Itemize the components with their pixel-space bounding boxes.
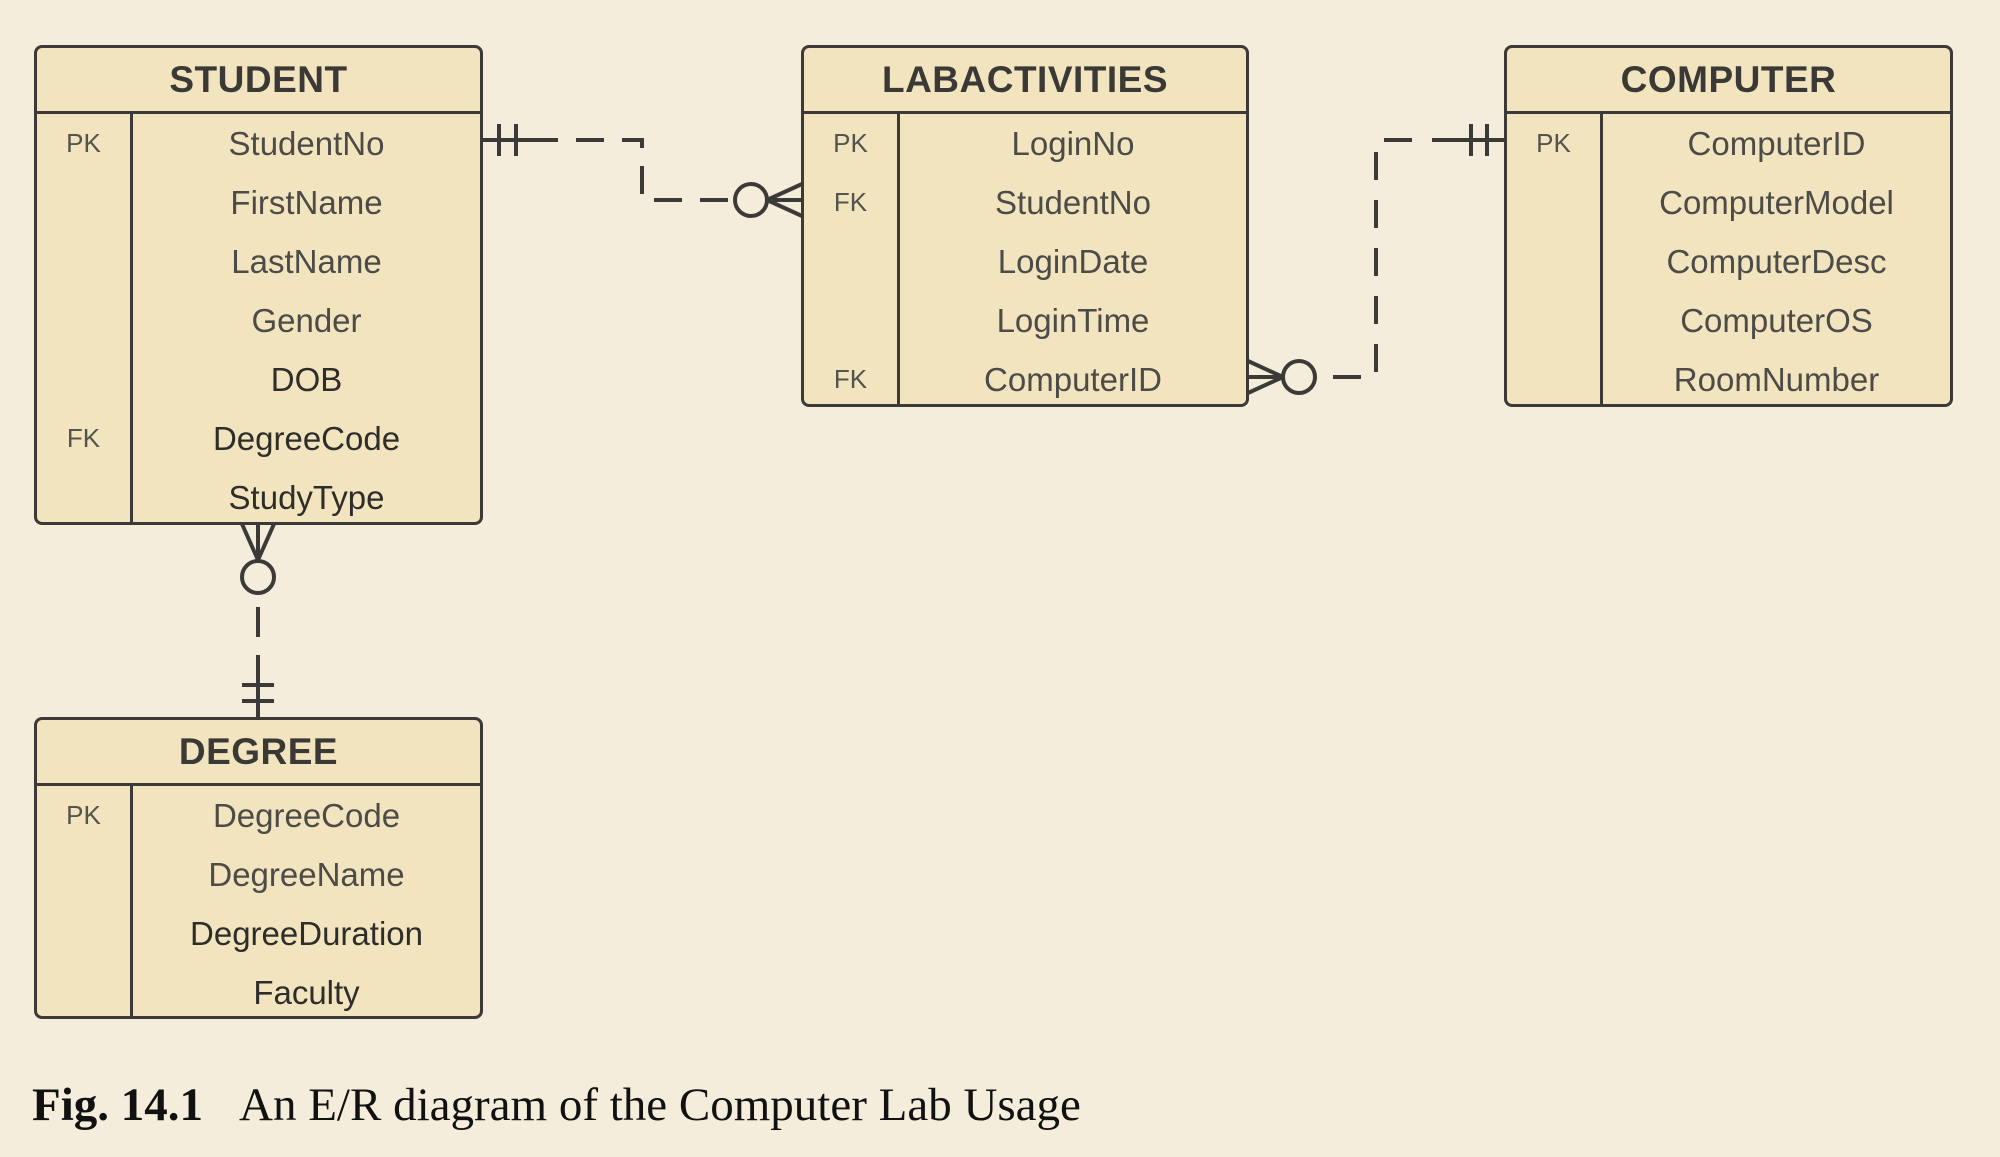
attribute-row: ComputerModel — [1507, 173, 1950, 232]
attribute-name: ComputerModel — [1659, 183, 1894, 221]
attribute-row: PK LoginNo — [804, 114, 1246, 173]
rel-student-labactivities — [482, 124, 803, 218]
attribute-row: RoomNumber — [1507, 350, 1950, 404]
attribute-row: DOB — [37, 350, 480, 409]
crows-foot-prong — [1247, 375, 1284, 395]
attribute-row: ComputerOS — [1507, 291, 1950, 350]
attribute-row: FK DegreeCode — [37, 409, 480, 468]
attribute-name: DegreeCode — [212, 796, 401, 834]
attribute-name: ComputerID — [1687, 124, 1866, 162]
key-column-divider — [897, 114, 900, 404]
attribute-name: DOB — [270, 360, 343, 398]
attribute-name: DegreeCode — [212, 419, 401, 457]
key-label: FK — [66, 423, 101, 453]
entity-title: LABACTIVITIES — [804, 48, 1246, 114]
attribute-name: LastName — [231, 242, 382, 280]
key-label: PK — [833, 128, 868, 158]
attribute-name: ComputerDesc — [1666, 242, 1887, 280]
attribute-row: PK ComputerID — [1507, 114, 1950, 173]
dashed-connector — [1333, 138, 1460, 379]
attribute-row: DegreeName — [37, 845, 480, 904]
attribute-name: ComputerOS — [1680, 301, 1873, 339]
key-column-divider — [130, 786, 133, 1016]
attribute-name: StudyType — [228, 478, 385, 516]
attribute-list: PK StudentNo FirstName LastName Gender DO… — [37, 114, 480, 522]
key-label: PK — [1536, 128, 1571, 158]
entity-title: COMPUTER — [1507, 48, 1950, 114]
figure-caption-text: An E/R diagram of the Computer Lab Usage — [239, 1079, 1081, 1131]
attribute-row: PK StudentNo — [37, 114, 480, 173]
optional-zero-circle — [240, 559, 276, 595]
entity-title: DEGREE — [37, 720, 480, 786]
attribute-name: LoginTime — [996, 301, 1150, 339]
crows-foot-prong — [256, 523, 276, 561]
optional-zero-circle — [733, 182, 769, 218]
dashed-connector — [530, 138, 734, 202]
attribute-row: LastName — [37, 232, 480, 291]
entity-title: STUDENT — [37, 48, 480, 114]
attribute-row: Faculty — [37, 963, 480, 1016]
key-label: PK — [66, 800, 101, 830]
attribute-name: StudentNo — [228, 124, 385, 162]
entity-computer[interactable]: COMPUTER PK ComputerID ComputerModel Comp… — [1504, 45, 1953, 407]
crows-foot-prong — [240, 523, 260, 561]
crows-foot-prong — [766, 182, 803, 202]
attribute-name: DegreeDuration — [190, 914, 423, 952]
key-label: FK — [833, 364, 868, 394]
attribute-name: RoomNumber — [1673, 360, 1880, 398]
attribute-row: Gender — [37, 291, 480, 350]
key-label: PK — [66, 128, 101, 158]
key-label: FK — [833, 187, 868, 217]
figure-label: Fig. 14.1 — [32, 1079, 204, 1131]
attribute-row: LoginTime — [804, 291, 1246, 350]
attribute-row: StudyType — [37, 468, 480, 522]
attribute-row: PK DegreeCode — [37, 786, 480, 845]
attribute-name: DegreeName — [208, 855, 405, 893]
attribute-list: PK LoginNo FK StudentNo LoginDate LoginTim… — [804, 114, 1246, 404]
attribute-row: FirstName — [37, 173, 480, 232]
attribute-list: PK DegreeCode DegreeName DegreeDuration F… — [37, 786, 480, 1016]
rel-degree-student — [240, 523, 276, 718]
attribute-row: DegreeDuration — [37, 904, 480, 963]
attribute-name: ComputerID — [984, 360, 1162, 398]
attribute-row: FK StudentNo — [804, 173, 1246, 232]
entity-degree[interactable]: DEGREE PK DegreeCode DegreeName DegreeDur… — [34, 717, 483, 1019]
rel-computer-labactivities — [1247, 124, 1505, 395]
entity-student[interactable]: STUDENT PK StudentNo FirstName LastName G… — [34, 45, 483, 525]
key-column-divider — [1600, 114, 1603, 404]
attribute-name: LoginNo — [1011, 124, 1135, 162]
key-column-divider — [130, 114, 133, 522]
crows-foot-prong — [1247, 359, 1284, 379]
optional-zero-circle — [1281, 359, 1317, 395]
attribute-row: ComputerDesc — [1507, 232, 1950, 291]
attribute-row: LoginDate — [804, 232, 1246, 291]
figure-caption: Fig. 14.1 An E/R diagram of the Computer … — [32, 1078, 1081, 1132]
attribute-name: StudentNo — [995, 183, 1151, 221]
attribute-name: Faculty — [253, 973, 360, 1011]
crows-foot-prong — [766, 198, 803, 218]
entity-labactivities[interactable]: LABACTIVITIES PK LoginNo FK StudentNo Logi… — [801, 45, 1249, 407]
attribute-name: LoginDate — [997, 242, 1149, 280]
attribute-row: FK ComputerID — [804, 350, 1246, 404]
attribute-name: Gender — [251, 301, 362, 339]
attribute-name: FirstName — [230, 183, 383, 221]
attribute-list: PK ComputerID ComputerModel ComputerDesc … — [1507, 114, 1950, 404]
